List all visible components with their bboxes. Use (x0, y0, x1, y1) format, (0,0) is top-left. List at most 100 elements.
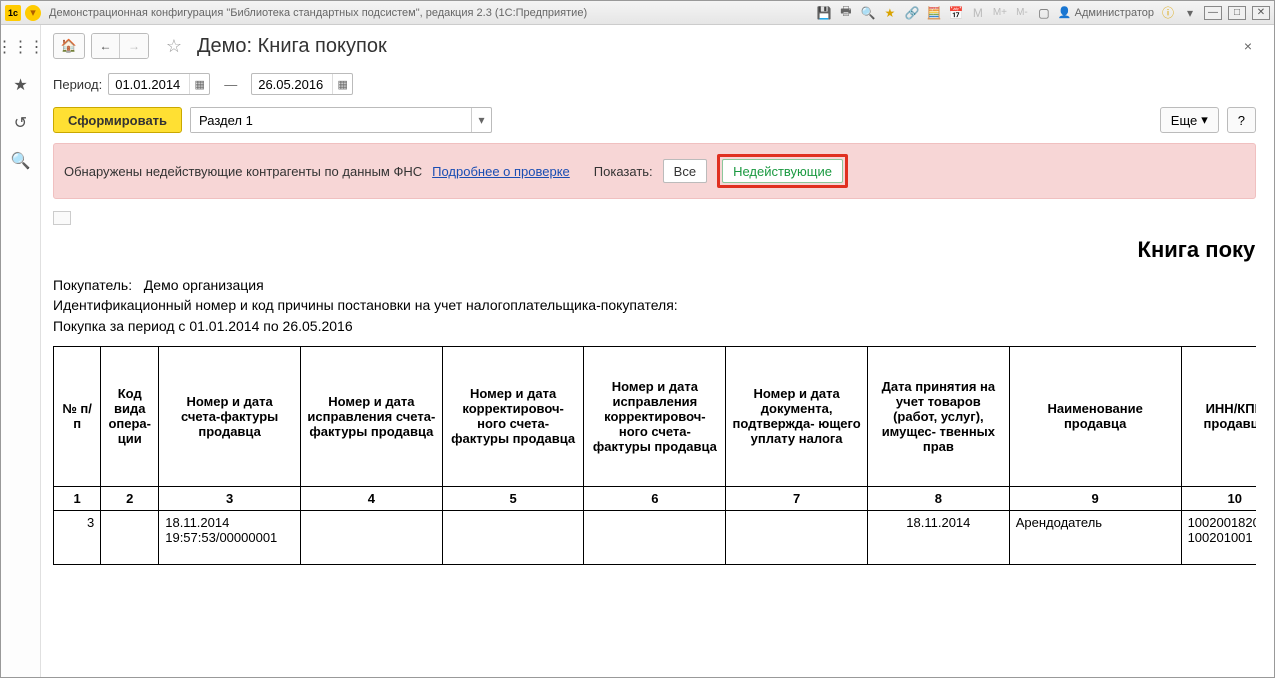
col-num: 4 (300, 486, 442, 510)
favorite-toggle-icon[interactable]: ☆ (163, 35, 185, 57)
panel-icon[interactable]: ▢ (1036, 5, 1052, 21)
col-header: Номер и дата исправления счета-фактуры п… (300, 346, 442, 486)
filter-invalid-button[interactable]: Недействующие (722, 159, 843, 183)
cell-corr3 (584, 510, 726, 564)
section-input[interactable] (191, 108, 471, 132)
page-close-button[interactable]: × (1240, 36, 1256, 56)
id-line: Идентификационный номер и код причины по… (53, 297, 678, 313)
cell-paydoc (726, 510, 868, 564)
col-num: 6 (584, 486, 726, 510)
period-to-input[interactable] (252, 77, 332, 92)
calculator-icon[interactable]: 🧮 (926, 5, 942, 21)
m-minus-icon[interactable]: M- (1014, 5, 1030, 21)
left-sidebar: ⋮⋮⋮ ★ ↺ 🔍 (1, 25, 41, 677)
filter-highlight: Недействующие (717, 154, 848, 188)
section-dropdown-icon[interactable]: ▾ (471, 108, 491, 132)
period-from-input[interactable] (109, 77, 189, 92)
period-to-field[interactable]: ▦ (251, 73, 353, 95)
print-icon[interactable]: 🖶 (838, 5, 854, 21)
m-plus-icon[interactable]: M+ (992, 5, 1008, 21)
search-icon[interactable]: 🔍 (11, 151, 31, 171)
info-icon[interactable]: ⓘ (1160, 5, 1176, 21)
minimize-button[interactable]: — (1204, 6, 1222, 20)
titlebar: 1c ▾ Демонстрационная конфигурация "Библ… (1, 1, 1274, 25)
app-window: 1c ▾ Демонстрационная конфигурация "Библ… (0, 0, 1275, 678)
page-header: 🏠 ← → ☆ Демо: Книга покупок × (53, 33, 1256, 59)
history-icon[interactable]: ↺ (11, 113, 31, 133)
titlebar-tools: 💾 🖶 🔍 ★ 🔗 🧮 📅 M M+ M- ▢ 👤 Администратор … (816, 5, 1270, 21)
content-pane: 🏠 ← → ☆ Демо: Книга покупок × Период: ▦ … (41, 25, 1274, 677)
col-num: 8 (867, 486, 1009, 510)
col-header: Номер и дата счета-фактуры продавца (159, 346, 301, 486)
calendar-to-icon[interactable]: ▦ (332, 74, 352, 94)
m-icon[interactable]: M (970, 5, 986, 21)
calendar-from-icon[interactable]: ▦ (189, 74, 209, 94)
cell-n: 3 (54, 510, 101, 564)
run-button[interactable]: Сформировать (53, 107, 182, 133)
cell-invoice: 18.11.2014 19:57:53/00000001 (159, 510, 301, 564)
save-icon[interactable]: 💾 (816, 5, 832, 21)
report-title: Книга покупок (53, 229, 1256, 275)
user-icon: 👤 (1058, 6, 1072, 19)
cell-accept-date: 18.11.2014 (867, 510, 1009, 564)
calendar-icon[interactable]: 📅 (948, 5, 964, 21)
dropdown-icon[interactable]: ▾ (1182, 5, 1198, 21)
help-button[interactable]: ? (1227, 107, 1256, 133)
warning-text: Обнаружены недействующие контрагенты по … (64, 164, 422, 179)
col-header: № п/п (54, 346, 101, 486)
favorites-star-icon[interactable]: ★ (11, 75, 31, 95)
report-scroll-area[interactable]: Книга покупок Покупатель: Демо организац… (53, 211, 1256, 667)
col-num: 7 (726, 486, 868, 510)
cell-seller: Арендодатель (1009, 510, 1181, 564)
back-button[interactable]: ← (92, 34, 120, 58)
col-num: 2 (101, 486, 159, 510)
period-row: Период: ▦ — ▦ (53, 73, 1256, 95)
col-header: Наименование продавца (1009, 346, 1181, 486)
app-menu-dropdown-icon[interactable]: ▾ (25, 5, 41, 21)
section-select[interactable]: ▾ (190, 107, 492, 133)
warning-bar: Обнаружены недействующие контрагенты по … (53, 143, 1256, 199)
sections-menu-icon[interactable]: ⋮⋮⋮ (11, 37, 31, 57)
more-button[interactable]: Еще ▾ (1160, 107, 1219, 133)
more-label: Еще (1171, 113, 1197, 128)
maximize-button[interactable]: □ (1228, 6, 1246, 20)
window-title: Демонстрационная конфигурация "Библиотек… (45, 7, 812, 19)
col-num: 9 (1009, 486, 1181, 510)
close-button[interactable]: ✕ (1252, 6, 1270, 20)
period-dash: — (216, 77, 245, 92)
nav-back-forward: ← → (91, 33, 149, 59)
period-line: Покупка за период с 01.01.2014 по 26.05.… (53, 318, 353, 334)
warning-details-link[interactable]: Подробнее о проверке (432, 164, 570, 179)
col-num: 5 (442, 486, 584, 510)
col-header: Номер и дата документа, подтвержда- ющег… (726, 346, 868, 486)
col-header: Номер и дата исправления корректировоч- … (584, 346, 726, 486)
app-logo-icon: 1c (5, 5, 21, 21)
report-inner: Книга покупок Покупатель: Демо организац… (53, 211, 1256, 575)
table-row: 3 18.11.2014 19:57:53/00000001 18.11.201… (54, 510, 1257, 564)
user-badge[interactable]: 👤 Администратор (1058, 6, 1154, 19)
user-name: Администратор (1075, 7, 1154, 19)
preview-icon[interactable]: 🔍 (860, 5, 876, 21)
cell-corr2 (442, 510, 584, 564)
buyer-label: Покупатель: (53, 277, 132, 293)
period-from-field[interactable]: ▦ (108, 73, 210, 95)
chevron-down-icon: ▾ (1201, 112, 1208, 128)
buyer-name: Демо организация (144, 277, 264, 293)
column-number-row: 1 2 3 4 5 6 7 8 9 10 (54, 486, 1257, 510)
home-button[interactable]: 🏠 (53, 33, 85, 59)
report-meta: Покупатель: Демо организация Идентификац… (53, 275, 1256, 346)
link-icon[interactable]: 🔗 (904, 5, 920, 21)
col-num: 3 (159, 486, 301, 510)
col-header: Код вида опера- ции (101, 346, 159, 486)
forward-button[interactable]: → (120, 34, 148, 58)
report-corner-stub (53, 211, 71, 225)
filter-all-button[interactable]: Все (663, 159, 707, 183)
period-label: Период: (53, 77, 102, 92)
col-header: ИНН/КПП продавца (1181, 346, 1256, 486)
col-header: Номер и дата корректировоч- ного счета-ф… (442, 346, 584, 486)
favorite-icon[interactable]: ★ (882, 5, 898, 21)
header-row: № п/п Код вида опера- ции Номер и дата с… (54, 346, 1257, 486)
cell-corr1 (300, 510, 442, 564)
show-label: Показать: (594, 164, 653, 179)
page-title: Демо: Книга покупок (197, 35, 387, 58)
